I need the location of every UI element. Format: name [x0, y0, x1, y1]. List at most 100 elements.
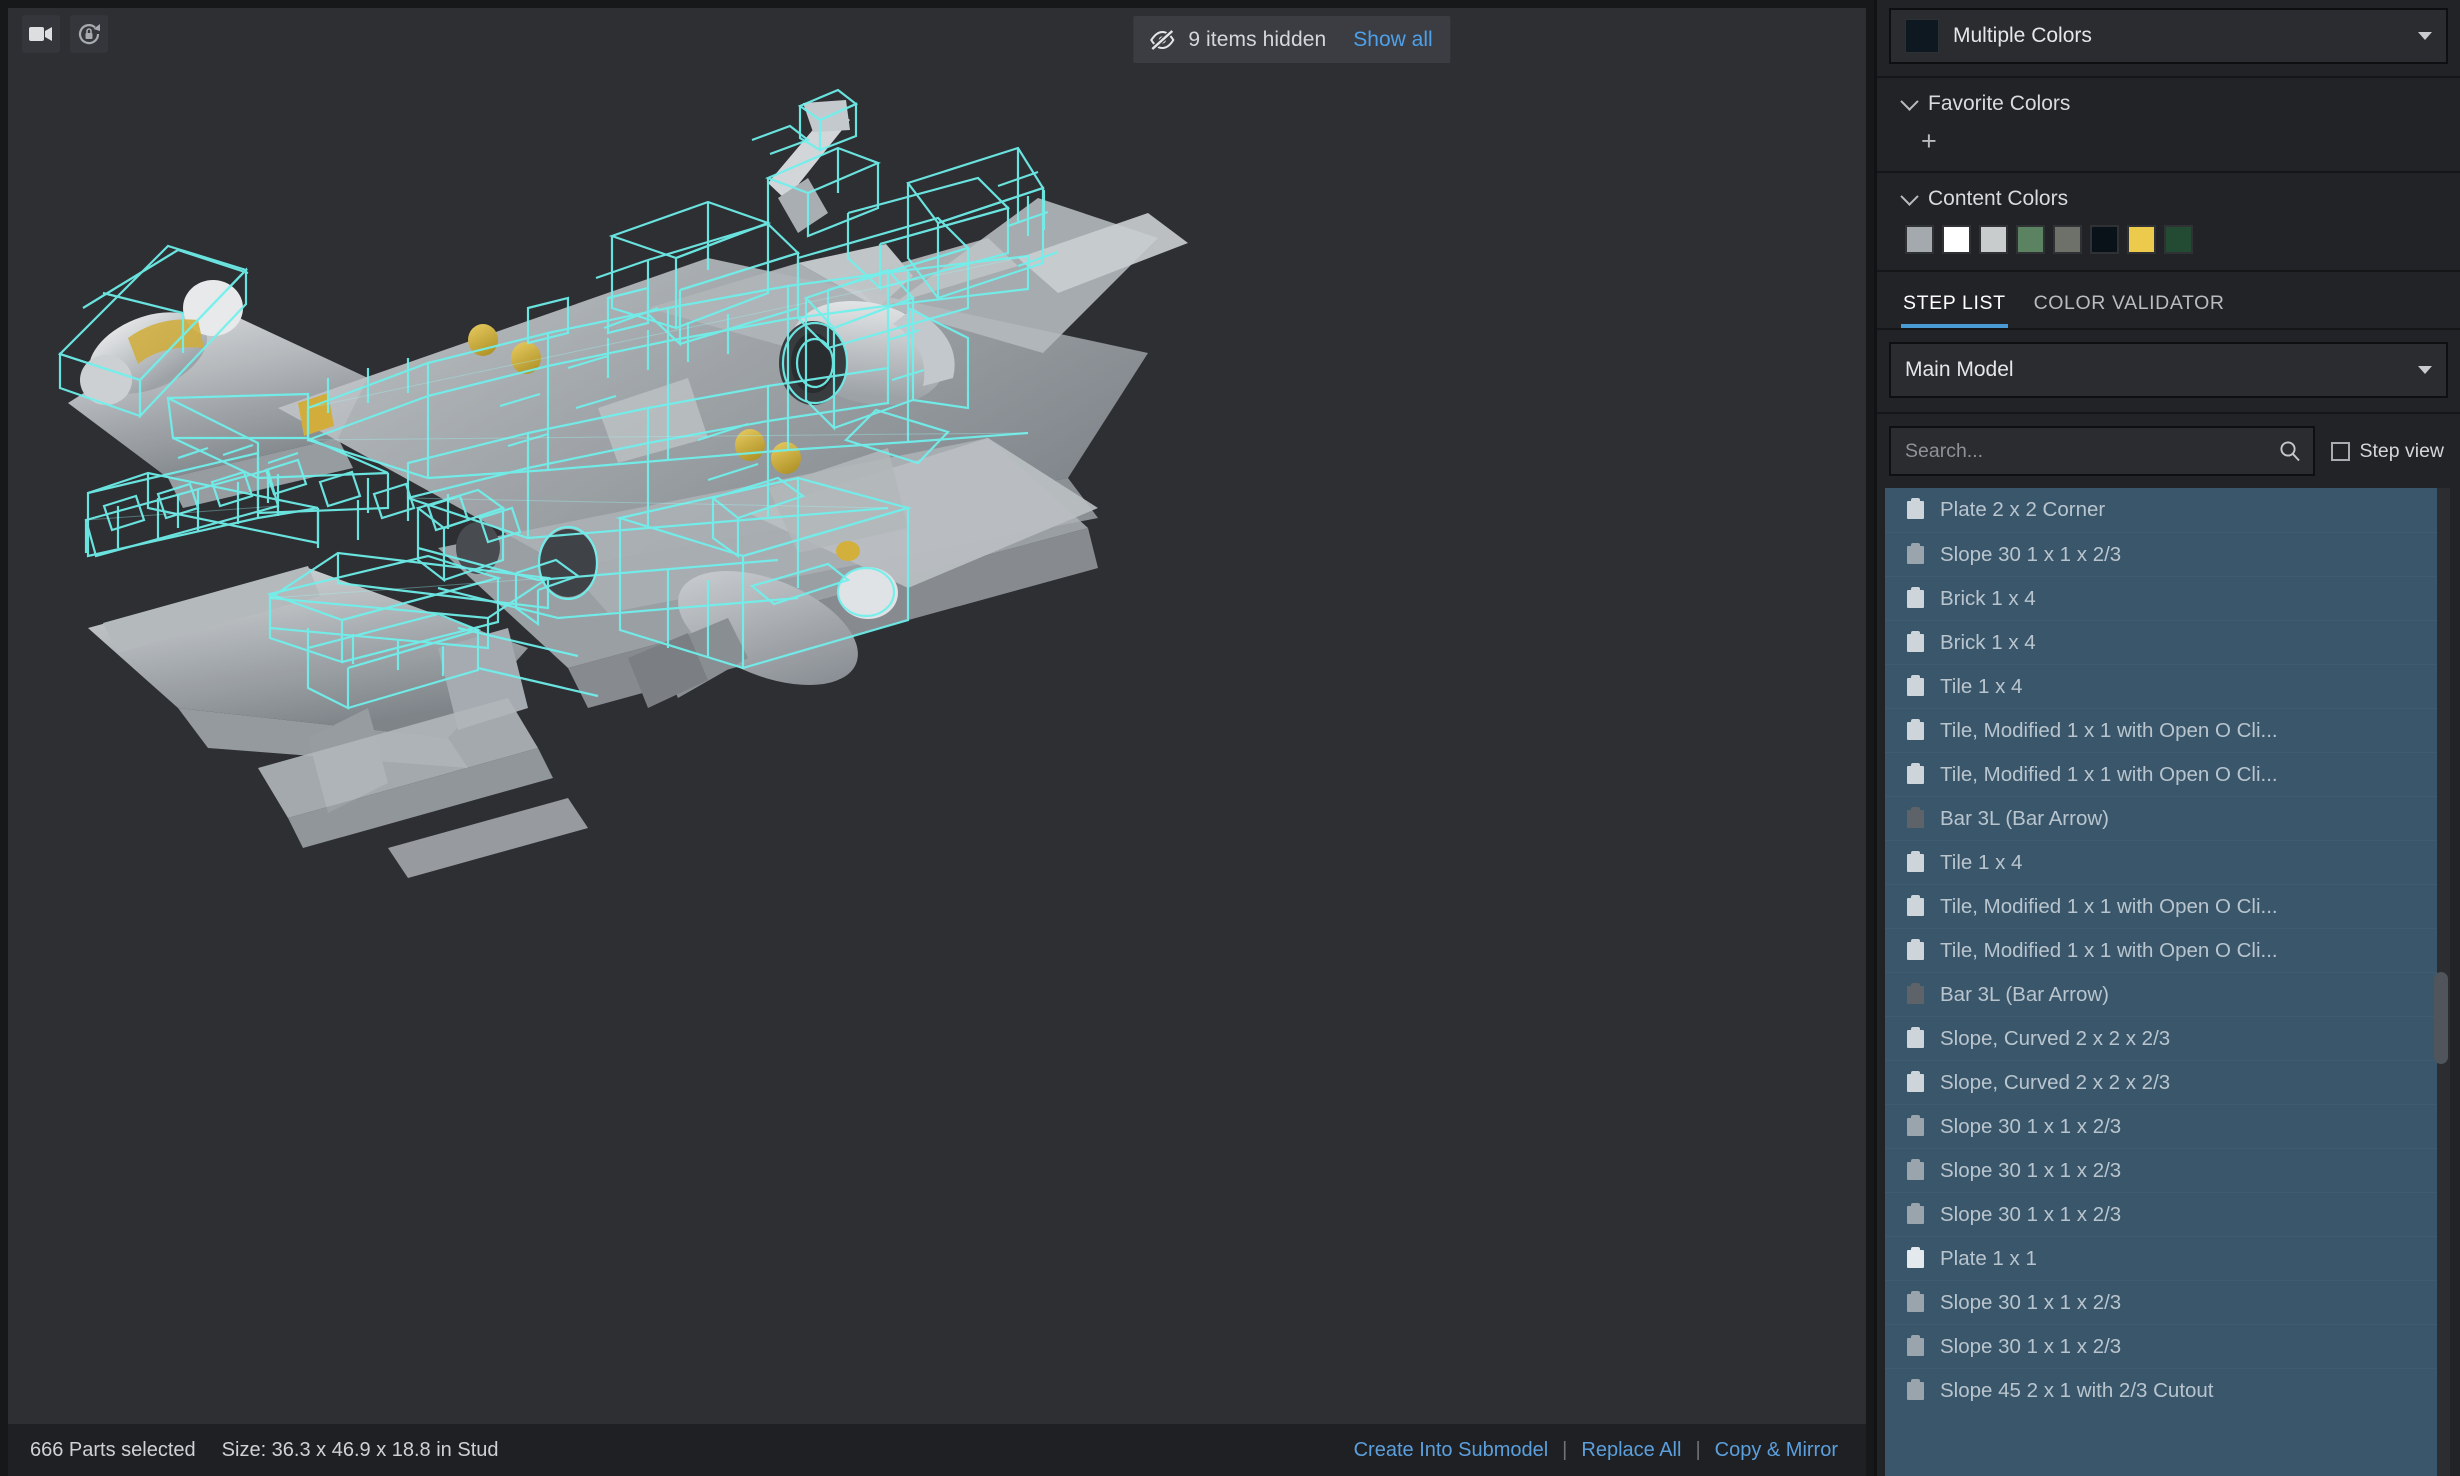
search-box[interactable] — [1889, 426, 2316, 476]
model-3d-render[interactable] — [8, 8, 1866, 1476]
replace-all-action[interactable]: Replace All — [1581, 1439, 1681, 1462]
step-list-item[interactable]: Plate 2 x 2 Corner — [1885, 488, 2437, 532]
content-color-swatch-3[interactable] — [2016, 225, 2045, 254]
camera-glyph — [29, 27, 52, 41]
content-color-swatch-7[interactable] — [2164, 225, 2193, 254]
step-list-item[interactable]: Slope 30 1 x 1 x 2/3 — [1885, 1104, 2437, 1148]
selected-color-swatch — [1905, 19, 1939, 53]
step-list-item-label: Tile, Modified 1 x 1 with Open O Cli... — [1940, 718, 2278, 742]
step-list-item[interactable]: Slope, Curved 2 x 2 x 2/3 — [1885, 1016, 2437, 1060]
step-list-scrollbar-thumb[interactable] — [2434, 972, 2448, 1064]
status-bar-actions: Create Into Submodel | Replace All | Cop… — [1354, 1439, 1866, 1462]
step-list-item-label: Slope, Curved 2 x 2 x 2/3 — [1940, 1070, 2171, 1094]
brick-icon — [1907, 586, 1924, 608]
favorite-colors-section: Favorite Colors + — [1877, 78, 2460, 173]
brick-icon — [1907, 982, 1924, 1004]
step-view-checkbox[interactable] — [2331, 441, 2351, 461]
step-list-item[interactable]: Slope 30 1 x 1 x 2/3 — [1885, 532, 2437, 576]
step-list-item[interactable]: Tile, Modified 1 x 1 with Open O Cli... — [1885, 884, 2437, 928]
step-list-item[interactable]: Tile 1 x 4 — [1885, 664, 2437, 708]
step-list-item-label: Tile, Modified 1 x 1 with Open O Cli... — [1940, 762, 2278, 786]
brick-icon — [1907, 718, 1924, 740]
step-list-item[interactable]: Tile, Modified 1 x 1 with Open O Cli... — [1885, 928, 2437, 972]
content-colors-swatch-list — [1877, 213, 2460, 256]
step-list-item[interactable]: Bar 3L (Bar Arrow) — [1885, 972, 2437, 1016]
brick-icon — [1907, 1378, 1924, 1400]
step-list-item-label: Bar 3L (Bar Arrow) — [1940, 806, 2109, 830]
content-color-swatch-2[interactable] — [1979, 225, 2008, 254]
right-panel: Multiple Colors Favorite Colors + Conten… — [1874, 0, 2460, 1476]
tab-color-validator[interactable]: COLOR VALIDATOR — [2034, 292, 2225, 328]
parts-selected-label: 666 Parts selected — [30, 1438, 196, 1461]
step-list-item-label: Slope 30 1 x 1 x 2/3 — [1940, 542, 2122, 566]
step-list-item[interactable]: Brick 1 x 4 — [1885, 620, 2437, 664]
app-window: 9 items hidden Show all 666 Parts select… — [0, 0, 2460, 1476]
status-bar-left: 666 Parts selected Size: 36.3 x 46.9 x 1… — [8, 1439, 499, 1462]
lock-rotate-glyph — [78, 24, 100, 45]
step-list-item[interactable]: Brick 1 x 4 — [1885, 576, 2437, 620]
brick-icon — [1907, 1026, 1924, 1048]
step-list-item-label: Tile 1 x 4 — [1940, 850, 2023, 874]
step-list-item-label: Brick 1 x 4 — [1940, 586, 2036, 610]
step-list-item[interactable]: Bar 3L (Bar Arrow) — [1885, 796, 2437, 840]
step-list-item[interactable]: Tile 1 x 4 — [1885, 840, 2437, 884]
brick-icon — [1907, 674, 1924, 696]
panel-tabs: STEP LIST COLOR VALIDATOR — [1877, 272, 2460, 330]
favorite-colors-header[interactable]: Favorite Colors — [1877, 88, 2460, 118]
camera-icon[interactable] — [22, 15, 60, 53]
brick-icon — [1907, 850, 1924, 872]
color-selector-row: Multiple Colors — [1877, 0, 2460, 78]
step-list-item-label: Tile, Modified 1 x 1 with Open O Cli... — [1940, 938, 2278, 962]
add-favorite-color-button[interactable]: + — [1877, 118, 2460, 157]
step-list-item[interactable]: Tile, Modified 1 x 1 with Open O Cli... — [1885, 752, 2437, 796]
step-list-item[interactable]: Slope 30 1 x 1 x 2/3 — [1885, 1148, 2437, 1192]
brick-icon — [1907, 498, 1924, 519]
brick-icon — [1907, 1070, 1924, 1092]
create-into-submodel-action[interactable]: Create Into Submodel — [1354, 1439, 1549, 1462]
model-select-dropdown[interactable]: Main Model — [1889, 342, 2448, 398]
chevron-down-icon — [2418, 366, 2432, 374]
brick-icon — [1907, 806, 1924, 828]
status-bar: 666 Parts selected Size: 36.3 x 46.9 x 1… — [8, 1424, 1866, 1476]
content-color-swatch-6[interactable] — [2127, 225, 2156, 254]
copy-and-mirror-action[interactable]: Copy & Mirror — [1715, 1439, 1838, 1462]
step-list-item-label: Plate 1 x 1 — [1940, 1246, 2037, 1270]
content-color-swatch-5[interactable] — [2090, 225, 2119, 254]
step-list-item-label: Slope 30 1 x 1 x 2/3 — [1940, 1334, 2122, 1358]
step-list-item-label: Slope 45 2 x 1 with 2/3 Cutout — [1940, 1378, 2214, 1402]
step-list-item[interactable]: Tile, Modified 1 x 1 with Open O Cli... — [1885, 708, 2437, 752]
model-viewport[interactable]: 9 items hidden Show all 666 Parts select… — [8, 8, 1866, 1476]
step-list-item[interactable]: Slope 30 1 x 1 x 2/3 — [1885, 1324, 2437, 1368]
step-view-toggle[interactable]: Step view — [2331, 440, 2450, 463]
content-colors-header[interactable]: Content Colors — [1877, 183, 2460, 213]
viewport-toolbar — [22, 15, 108, 53]
viewport-container: 9 items hidden Show all 666 Parts select… — [0, 0, 1874, 1476]
color-select-dropdown[interactable]: Multiple Colors — [1889, 8, 2448, 64]
lock-rotate-icon[interactable] — [70, 15, 108, 53]
brick-icon — [1907, 1246, 1924, 1268]
color-select-label: Multiple Colors — [1953, 24, 2092, 47]
search-icon[interactable] — [2279, 440, 2301, 462]
tab-step-list[interactable]: STEP LIST — [1901, 292, 2008, 328]
step-list-item-label: Slope 30 1 x 1 x 2/3 — [1940, 1290, 2122, 1314]
content-colors-section: Content Colors — [1877, 173, 2460, 272]
step-list-item[interactable]: Slope 30 1 x 1 x 2/3 — [1885, 1192, 2437, 1236]
search-input[interactable] — [1905, 439, 2280, 463]
chevron-down-icon — [1900, 186, 1919, 206]
step-list-item[interactable]: Plate 1 x 1 — [1885, 1236, 2437, 1280]
content-colors-title: Content Colors — [1928, 187, 2069, 210]
step-list-container: Plate 2 x 2 Corner Slope 30 1 x 1 x 2/3 Br… — [1877, 488, 2460, 1476]
content-color-swatch-0[interactable] — [1905, 225, 1934, 254]
step-list-item-label: Slope 30 1 x 1 x 2/3 — [1940, 1158, 2122, 1182]
step-list-item[interactable]: Slope 45 2 x 1 with 2/3 Cutout — [1885, 1368, 2437, 1412]
content-color-swatch-4[interactable] — [2053, 225, 2082, 254]
step-list[interactable]: Plate 2 x 2 Corner Slope 30 1 x 1 x 2/3 Br… — [1885, 488, 2437, 1476]
brick-icon — [1907, 894, 1924, 916]
step-list-item[interactable]: Slope 30 1 x 1 x 2/3 — [1885, 1280, 2437, 1324]
show-all-link[interactable]: Show all — [1353, 28, 1432, 52]
step-list-item[interactable]: Slope, Curved 2 x 2 x 2/3 — [1885, 1060, 2437, 1104]
model-selector-row: Main Model — [1877, 330, 2460, 414]
step-list-item-label: Tile, Modified 1 x 1 with Open O Cli... — [1940, 894, 2278, 918]
content-color-swatch-1[interactable] — [1942, 225, 1971, 254]
step-list-item-label: Slope 30 1 x 1 x 2/3 — [1940, 1202, 2122, 1226]
